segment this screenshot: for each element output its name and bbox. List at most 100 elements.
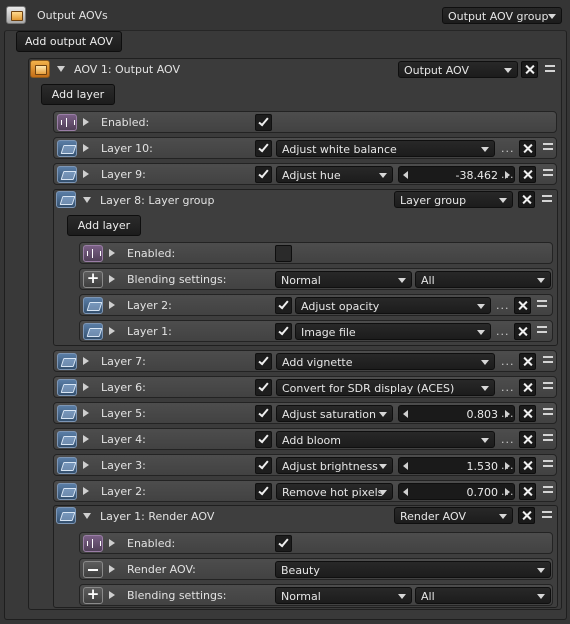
layer9-row: Layer 9: Adjust hue -38.462 ... xyxy=(53,163,557,185)
layer8-blend-mode-dropdown[interactable]: Normal xyxy=(275,271,412,288)
expand-arrow-icon[interactable] xyxy=(83,487,89,495)
layer2-threshold-slider[interactable]: 0.700 xyxy=(398,483,515,500)
layer2-close-button[interactable] xyxy=(519,483,536,500)
layer7-type-dropdown[interactable]: Add vignette xyxy=(276,353,495,370)
layer1-enabled-checkbox[interactable] xyxy=(275,535,292,552)
layer6-menu-icon[interactable] xyxy=(543,382,553,389)
layer8-collapse-arrow-icon[interactable] xyxy=(83,197,91,203)
layer2-menu-icon[interactable] xyxy=(543,486,553,493)
aov1-type-dropdown[interactable]: Output AOV xyxy=(398,61,518,78)
layer3-close-button[interactable] xyxy=(519,457,536,474)
layer1-collapse-arrow-icon[interactable] xyxy=(83,513,91,519)
layer7-checkbox[interactable] xyxy=(255,353,272,370)
layer7-menu-icon[interactable] xyxy=(543,356,553,363)
expand-arrow-icon[interactable] xyxy=(109,539,115,547)
expand-arrow-icon[interactable] xyxy=(83,383,89,391)
layer1-close-button[interactable] xyxy=(518,507,535,524)
layer3-checkbox[interactable] xyxy=(255,457,272,474)
expand-arrow-icon[interactable] xyxy=(109,275,115,283)
chevron-down-icon xyxy=(379,490,387,495)
expand-arrow-icon[interactable] xyxy=(83,170,89,178)
decrement-arrow-icon[interactable] xyxy=(403,171,408,179)
layer8-2-type-dropdown[interactable]: Adjust opacity xyxy=(295,297,491,314)
expand-arrow-icon[interactable] xyxy=(83,409,89,417)
layer8-1-checkbox[interactable] xyxy=(275,323,292,340)
aov1-menu-icon[interactable] xyxy=(545,65,555,72)
layer5-more-button[interactable]: ... xyxy=(501,407,515,420)
layer2-more-button[interactable]: ... xyxy=(501,485,515,498)
output-aovs-type-dropdown[interactable]: Output AOV group xyxy=(442,7,562,24)
aov1-add-layer-button[interactable]: Add layer xyxy=(41,84,115,105)
layer1-render-aov-dropdown[interactable]: Beauty xyxy=(275,561,551,578)
layer10-checkbox[interactable] xyxy=(255,140,272,157)
layer6-checkbox[interactable] xyxy=(255,379,272,396)
layer2-checkbox[interactable] xyxy=(255,483,272,500)
layer4-close-button[interactable] xyxy=(519,431,536,448)
expand-arrow-icon[interactable] xyxy=(83,461,89,469)
aov1-close-button[interactable] xyxy=(521,61,538,78)
layer3-brightness-slider[interactable]: 1.530 xyxy=(398,457,515,474)
layer8-blend-channels-dropdown[interactable]: All xyxy=(415,271,551,288)
layer10-close-button[interactable] xyxy=(519,140,536,157)
layer5-close-button[interactable] xyxy=(519,405,536,422)
decrement-arrow-icon[interactable] xyxy=(403,410,408,418)
decrement-arrow-icon[interactable] xyxy=(403,488,408,496)
layer8-enabled-checkbox[interactable] xyxy=(275,245,292,262)
layer8-add-layer-button[interactable]: Add layer xyxy=(67,215,141,236)
layer3-type-dropdown[interactable]: Adjust brightness xyxy=(276,457,393,474)
layer1-blend-channels-dropdown[interactable]: All xyxy=(415,587,551,604)
layer8-2-menu-icon[interactable] xyxy=(537,300,547,307)
expand-arrow-icon[interactable] xyxy=(83,357,89,365)
decrement-arrow-icon[interactable] xyxy=(403,462,408,470)
layer6-type-dropdown[interactable]: Convert for SDR display (ACES) xyxy=(276,379,495,396)
enabled-checkbox[interactable] xyxy=(255,114,272,131)
expand-arrow-icon[interactable] xyxy=(83,118,89,126)
layer8-1-close-button[interactable] xyxy=(514,323,531,340)
layer5-checkbox[interactable] xyxy=(255,405,272,422)
layer8-2-checkbox[interactable] xyxy=(275,297,292,314)
layer5-menu-icon[interactable] xyxy=(543,408,553,415)
layer3-menu-icon[interactable] xyxy=(543,460,553,467)
layer8-type-dropdown[interactable]: Layer group xyxy=(394,191,513,208)
layer9-type-dropdown[interactable]: Adjust hue xyxy=(276,166,393,183)
layer9-menu-icon[interactable] xyxy=(543,169,553,176)
expand-arrow-icon[interactable] xyxy=(109,249,115,257)
layer6-close-button[interactable] xyxy=(519,379,536,396)
layer8-2-more-button[interactable]: ... xyxy=(496,299,510,312)
layer7-more-button[interactable]: ... xyxy=(501,355,515,368)
layer7-close-button[interactable] xyxy=(519,353,536,370)
layer1-blend-mode-dropdown[interactable]: Normal xyxy=(275,587,412,604)
layer4-checkbox[interactable] xyxy=(255,431,272,448)
expand-arrow-icon[interactable] xyxy=(83,435,89,443)
layer5-saturation-slider[interactable]: 0.803 xyxy=(398,405,515,422)
layer9-checkbox[interactable] xyxy=(255,166,272,183)
layer1-menu-icon[interactable] xyxy=(542,511,552,518)
layer8-menu-icon[interactable] xyxy=(542,195,552,202)
layer3-more-button[interactable]: ... xyxy=(501,459,515,472)
expand-arrow-icon[interactable] xyxy=(109,327,115,335)
layer10-more-button[interactable]: ... xyxy=(501,142,515,155)
layer4-type-dropdown[interactable]: Add bloom xyxy=(276,431,495,448)
aov1-collapse-arrow-icon[interactable] xyxy=(57,66,65,72)
layer9-hue-slider[interactable]: -38.462 xyxy=(398,166,515,183)
layer8-1-more-button[interactable]: ... xyxy=(496,325,510,338)
layer1-type-dropdown[interactable]: Render AOV xyxy=(394,507,513,524)
layer2-type-dropdown[interactable]: Remove hot pixels xyxy=(276,483,393,500)
layer8-1-type-dropdown[interactable]: Image file xyxy=(295,323,491,340)
layer6-more-button[interactable]: ... xyxy=(501,381,515,394)
layer9-close-button[interactable] xyxy=(519,166,536,183)
layer5-type-dropdown[interactable]: Adjust saturation xyxy=(276,405,393,422)
expand-arrow-icon[interactable] xyxy=(83,144,89,152)
layer4-more-button[interactable]: ... xyxy=(501,433,515,446)
expand-arrow-icon[interactable] xyxy=(109,591,115,599)
layer8-close-button[interactable] xyxy=(518,191,535,208)
layer10-type-dropdown[interactable]: Adjust white balance xyxy=(276,140,495,157)
layer4-menu-icon[interactable] xyxy=(543,434,553,441)
expand-arrow-icon[interactable] xyxy=(109,301,115,309)
layer10-menu-icon[interactable] xyxy=(543,143,553,150)
layer8-1-menu-icon[interactable] xyxy=(537,326,547,333)
layer9-more-button[interactable]: ... xyxy=(501,168,515,181)
layer8-2-close-button[interactable] xyxy=(514,297,531,314)
expand-arrow-icon[interactable] xyxy=(109,565,115,573)
add-output-aov-button[interactable]: Add output AOV xyxy=(16,31,122,52)
